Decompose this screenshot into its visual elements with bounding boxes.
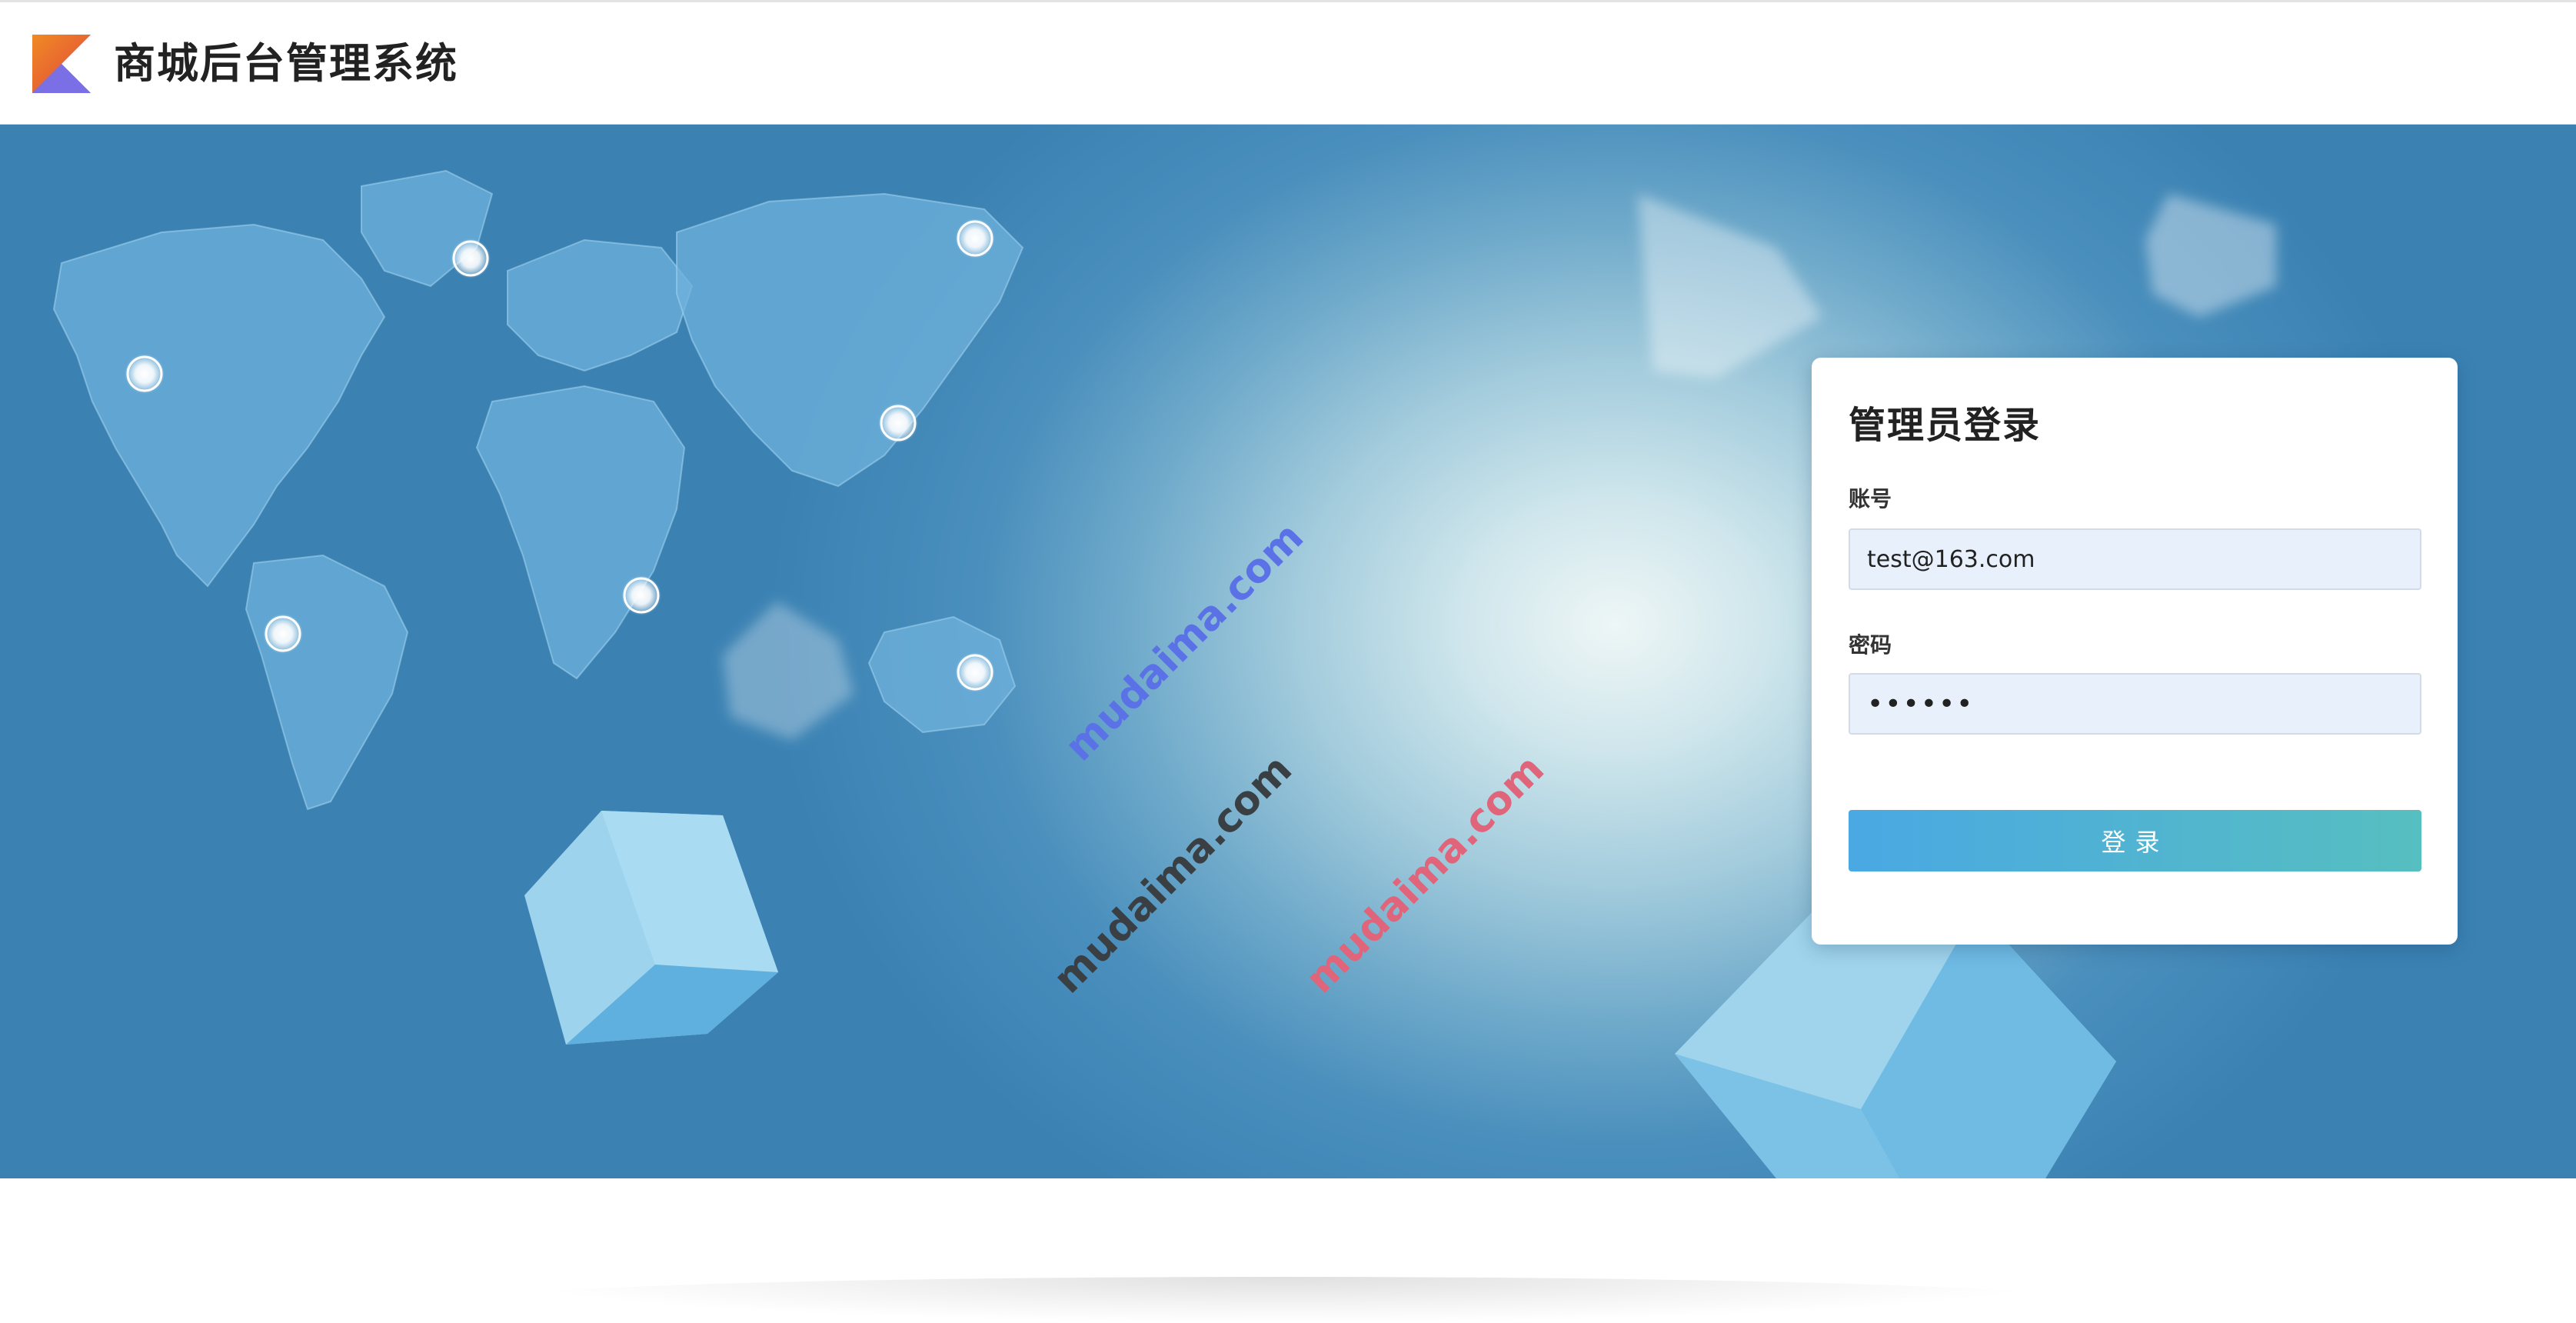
africa-shape — [475, 385, 686, 680]
south-america-shape — [245, 554, 409, 811]
password-label: 密码 — [1849, 632, 1892, 658]
top-header: 商城后台管理系统 — [0, 0, 2576, 125]
map-marker — [955, 218, 995, 258]
password-input[interactable] — [1849, 673, 2421, 735]
account-label: 账号 — [1849, 486, 1892, 512]
app-title: 商城后台管理系统 — [114, 39, 458, 88]
map-marker — [451, 238, 491, 278]
blurred-cube — [2145, 194, 2276, 317]
login-title: 管理员登录 — [1849, 404, 2042, 447]
hero-banner: mudaima.com mudaima.com mudaima.com 管理员登… — [0, 125, 2576, 1178]
bottom-shadow — [492, 1277, 2076, 1323]
cube-left — [524, 811, 778, 1045]
map-marker — [955, 652, 995, 692]
blurred-cube — [723, 602, 854, 740]
blurred-cube — [1638, 194, 1822, 378]
map-marker — [621, 575, 661, 615]
map-marker — [878, 403, 918, 443]
account-input[interactable] — [1849, 528, 2421, 590]
map-marker — [263, 614, 303, 654]
login-button[interactable]: 登录 — [1849, 810, 2421, 871]
login-card: 管理员登录 账号 密码 登录 — [1812, 358, 2458, 945]
world-map — [52, 169, 1024, 811]
map-marker — [125, 354, 165, 394]
kotlin-k-logo-icon — [32, 35, 91, 93]
europe-shape — [507, 238, 694, 372]
north-america-shape — [52, 223, 386, 588]
